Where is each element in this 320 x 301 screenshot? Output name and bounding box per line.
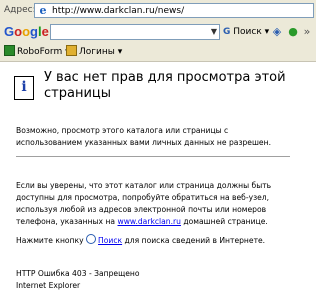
divider	[16, 156, 290, 157]
info-icon: i	[14, 76, 34, 100]
logins-icon	[66, 45, 77, 56]
roboform-button[interactable]: RoboForm ▾	[4, 45, 70, 59]
search-link[interactable]: Поиск	[98, 236, 122, 245]
homepage-link[interactable]: www.darkclan.ru	[118, 217, 181, 226]
google-search-input[interactable]: ▼	[50, 24, 220, 40]
search-icon	[86, 234, 97, 244]
logins-button[interactable]: Логины ▾	[66, 45, 122, 59]
address-bar: Адрес: e http://www.darkclan.ru/news/	[0, 0, 316, 22]
browser-chrome: Адрес: e http://www.darkclan.ru/news/ Go…	[0, 0, 316, 62]
address-field[interactable]: e http://www.darkclan.ru/news/	[34, 3, 314, 18]
google-search-button[interactable]: G Поиск ▾	[223, 25, 269, 39]
contact-advice-text: Если вы уверены, что этот каталог или ст…	[16, 181, 272, 226]
error-page: i У вас нет прав для просмотра этой стра…	[0, 62, 316, 301]
search-hint-text: Нажмите кнопку Поиск для поиска сведений…	[16, 234, 266, 245]
ie-page-icon: e	[39, 4, 47, 17]
options-icon[interactable]: ◈	[270, 25, 284, 39]
possible-reason-text: Возможно, просмотр этого каталога или ст…	[16, 126, 271, 147]
roboform-icon	[4, 45, 15, 56]
pagerank-icon[interactable]: ●	[286, 25, 300, 39]
page-title: У вас нет прав для просмотра этой страни…	[44, 70, 286, 101]
google-toolbar: Google ▼ G Поиск ▾ ◈ ● »	[0, 22, 316, 43]
google-logo: Google	[4, 24, 49, 39]
overflow-icon[interactable]: »	[300, 25, 314, 39]
chevron-down-icon[interactable]: ▼	[211, 25, 217, 39]
address-url[interactable]: http://www.darkclan.ru/news/	[52, 5, 184, 17]
roboform-label: RoboForm	[17, 47, 63, 57]
roboform-toolbar: RoboForm ▾ Логины ▾	[0, 43, 316, 62]
error-code: HTTP Ошибка 403 - Запрещено	[16, 269, 140, 278]
google-search-button-label: Поиск	[233, 27, 262, 37]
error-footer: HTTP Ошибка 403 - Запрещено Internet Exp…	[16, 268, 306, 292]
search-icon: G	[223, 27, 231, 37]
browser-name: Internet Explorer	[16, 281, 81, 290]
address-label: Адрес:	[4, 5, 36, 15]
logins-label: Логины	[79, 47, 115, 57]
